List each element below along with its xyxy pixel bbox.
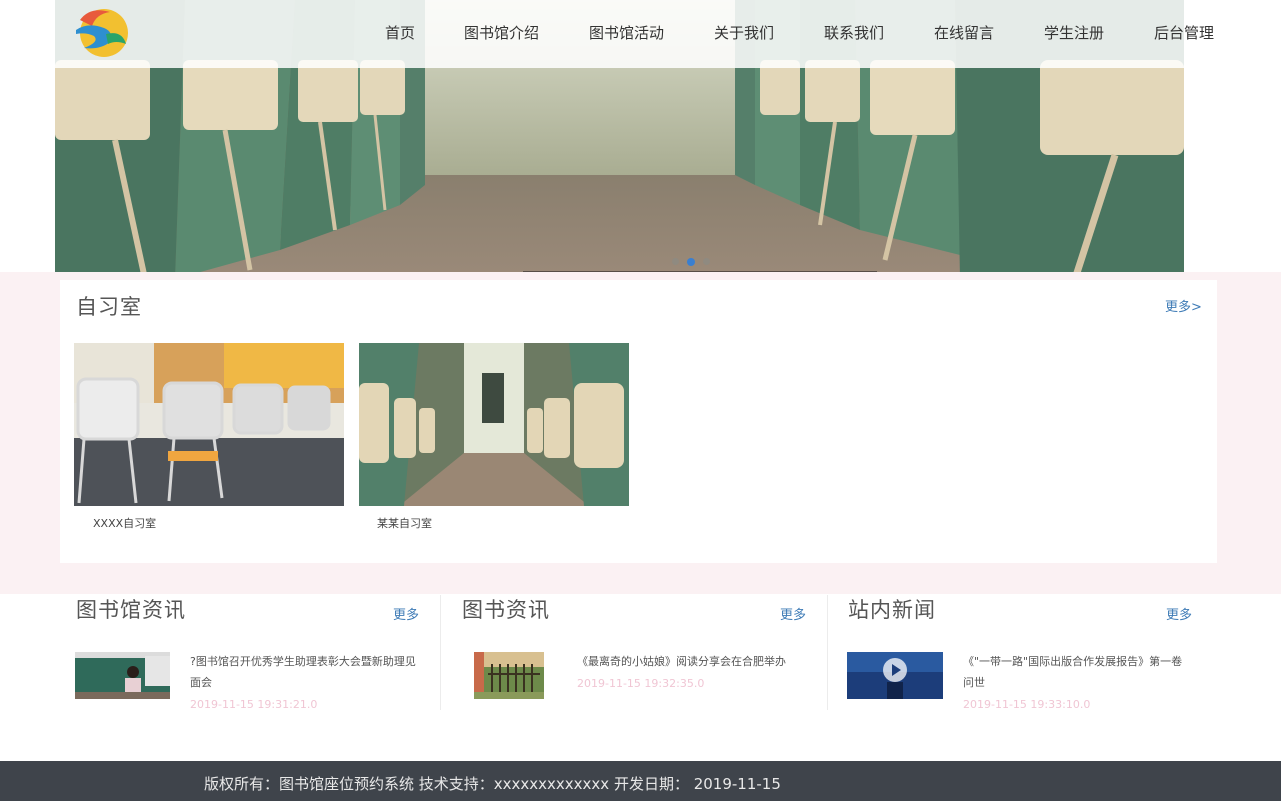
study-room-label[interactable]: 某某自习室: [359, 515, 629, 531]
carousel-indicators[interactable]: [672, 258, 710, 266]
nav-library-activities[interactable]: 图书馆活动: [589, 22, 664, 43]
study-room-card[interactable]: XXXX自习室: [74, 343, 344, 531]
column-divider: [440, 595, 441, 710]
nav-online-message[interactable]: 在线留言: [934, 22, 994, 43]
nav-about-us[interactable]: 关于我们: [714, 22, 774, 43]
library-news-date: 2019-11-15 19:31:21.0: [190, 698, 318, 711]
nav-home[interactable]: 首页: [385, 22, 415, 43]
nav-contact-us[interactable]: 联系我们: [824, 22, 884, 43]
book-news-date: 2019-11-15 19:32:35.0: [577, 677, 705, 690]
site-news-date: 2019-11-15 19:33:10.0: [963, 698, 1091, 711]
top-navbar: 首页 图书馆介绍 图书馆活动 关于我们 联系我们 在线留言 学生注册 后台管理: [55, 0, 1281, 68]
carousel-dot-active[interactable]: [687, 258, 695, 266]
study-room-title: 自习室: [76, 295, 142, 319]
study-room-more-link[interactable]: 更多>: [1165, 296, 1202, 315]
study-room-label[interactable]: XXXX自习室: [74, 515, 344, 531]
book-news-headline[interactable]: 《最离奇的小姑娘》阅读分享会在合肥举办: [577, 651, 807, 672]
library-news-title: 图书馆资讯: [76, 598, 186, 622]
nav-library-intro[interactable]: 图书馆介绍: [464, 22, 539, 43]
nav-admin[interactable]: 后台管理: [1154, 22, 1214, 43]
library-news-thumbnail[interactable]: [75, 652, 170, 699]
site-news-title: 站内新闻: [848, 598, 936, 622]
book-news-thumbnail[interactable]: [474, 652, 544, 699]
library-news-more-link[interactable]: 更多: [393, 604, 419, 623]
site-news-more-link[interactable]: 更多: [1166, 604, 1192, 623]
site-footer: 版权所有：图书馆座位预约系统 技术支持：xxxxxxxxxxxxx 开发日期： …: [0, 761, 1281, 801]
book-news-title: 图书资讯: [462, 598, 550, 622]
footer-copyright: 版权所有：图书馆座位预约系统 技术支持：xxxxxxxxxxxxx 开发日期： …: [204, 775, 781, 793]
study-room-card[interactable]: 某某自习室: [359, 343, 629, 531]
site-news-headline[interactable]: 《"一带一路"国际出版合作发展报告》第一卷问世: [963, 651, 1193, 693]
column-divider: [827, 595, 828, 710]
study-room-image: [359, 343, 629, 506]
site-news-video-thumbnail[interactable]: [847, 652, 943, 699]
book-news-more-link[interactable]: 更多: [780, 604, 806, 623]
library-news-headline[interactable]: ?图书馆召开优秀学生助理表彰大会暨新助理见面会: [190, 651, 420, 693]
main-nav: 首页 图书馆介绍 图书馆活动 关于我们 联系我们 在线留言 学生注册 后台管理: [55, 0, 1281, 68]
nav-student-register[interactable]: 学生注册: [1044, 22, 1104, 43]
carousel-dot[interactable]: [703, 258, 710, 265]
study-room-image: [74, 343, 344, 506]
carousel-dot[interactable]: [672, 258, 679, 265]
